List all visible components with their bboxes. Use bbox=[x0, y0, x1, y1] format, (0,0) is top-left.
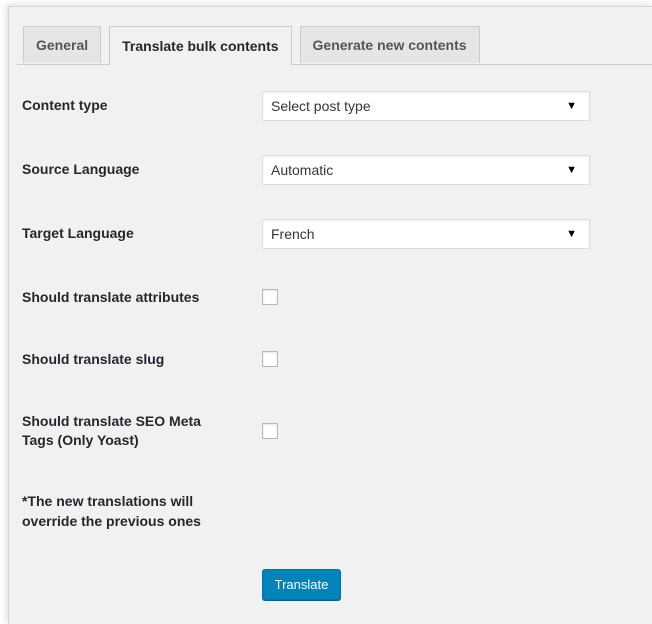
translate-seo-label-line2: Tags (Only Yoast) bbox=[22, 432, 139, 448]
source-language-label: Source Language bbox=[22, 161, 140, 177]
source-language-select[interactable]: Automatic ▼ bbox=[262, 155, 590, 185]
override-note-line2: override the previous ones bbox=[22, 513, 201, 529]
override-note: *The new translations will override the … bbox=[22, 491, 232, 531]
chevron-down-icon: ▼ bbox=[566, 164, 577, 176]
translate-seo-checkbox[interactable] bbox=[262, 423, 278, 439]
chevron-down-icon: ▼ bbox=[566, 228, 577, 240]
translate-slug-label: Should translate slug bbox=[22, 351, 165, 367]
tab-general[interactable]: General bbox=[23, 26, 102, 63]
tab-bar: General Translate bulk contents Generate… bbox=[23, 26, 480, 65]
translate-button[interactable]: Translate bbox=[262, 569, 341, 600]
target-language-label: Target Language bbox=[22, 225, 134, 241]
content-type-label: Content type bbox=[22, 97, 108, 113]
translate-seo-label: Should translate SEO Meta Tags (Only Yoa… bbox=[22, 412, 201, 450]
target-language-select[interactable]: French ▼ bbox=[262, 219, 590, 249]
tab-generate-new-contents[interactable]: Generate new contents bbox=[299, 26, 480, 63]
translate-slug-checkbox[interactable] bbox=[262, 351, 278, 367]
target-language-value: French bbox=[271, 226, 315, 242]
content-type-value: Select post type bbox=[271, 98, 371, 114]
translate-seo-label-line1: Should translate SEO Meta bbox=[22, 413, 201, 429]
translate-attributes-checkbox[interactable] bbox=[262, 289, 278, 305]
chevron-down-icon: ▼ bbox=[566, 100, 577, 112]
tab-translate-bulk-contents[interactable]: Translate bulk contents bbox=[109, 26, 292, 65]
override-note-line1: *The new translations will bbox=[22, 493, 194, 509]
content-type-select[interactable]: Select post type ▼ bbox=[262, 91, 590, 121]
translate-attributes-label: Should translate attributes bbox=[22, 289, 200, 305]
source-language-value: Automatic bbox=[271, 162, 334, 178]
